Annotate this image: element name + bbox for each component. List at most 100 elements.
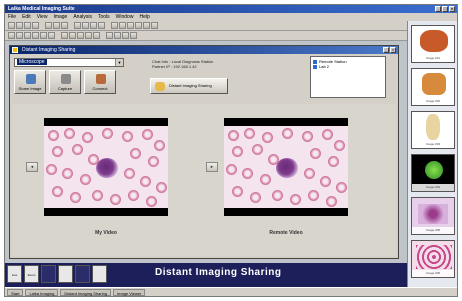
station-list[interactable]: Remote Station Lab 2 (310, 56, 386, 98)
thumbnail-image (422, 73, 446, 95)
line-icon[interactable] (24, 32, 31, 39)
status-cells: Live Zoom (7, 265, 107, 283)
open-icon[interactable] (16, 22, 23, 29)
video-area: ◄ ► My Video Remote Video (12, 104, 396, 256)
rectangle-icon[interactable] (32, 32, 39, 39)
menu-tools[interactable]: Tools (98, 13, 110, 21)
report-icon[interactable] (135, 22, 142, 29)
dialog-window-buttons: _ × (383, 47, 396, 53)
database-icon[interactable] (143, 22, 150, 29)
pointer-icon[interactable] (8, 32, 15, 39)
count-icon[interactable] (127, 22, 134, 29)
start-button[interactable]: Start (7, 289, 24, 296)
rotate-icon[interactable] (90, 22, 97, 29)
taskbar-item[interactable]: Distant Imaging Sharing (60, 289, 112, 296)
zoom-out-icon[interactable] (82, 22, 89, 29)
thumbnail[interactable]: Image 004 (411, 154, 455, 192)
save-icon[interactable] (24, 22, 31, 29)
color-icon[interactable] (77, 32, 84, 39)
capture-icon (61, 74, 71, 84)
status-cell[interactable] (92, 265, 107, 283)
screen: Laika Medical Imaging Suite _ □ × File E… (4, 4, 458, 297)
status-cell[interactable] (58, 265, 73, 283)
thumbnail[interactable]: Image 003 (411, 111, 455, 149)
settings-icon[interactable] (151, 22, 158, 29)
grid-icon[interactable] (106, 32, 113, 39)
status-cell[interactable]: Live (7, 265, 22, 283)
filter-icon[interactable] (85, 32, 92, 39)
flip-icon[interactable] (98, 22, 105, 29)
dialog-close-button[interactable]: × (390, 47, 396, 53)
thumbnail-image (425, 161, 443, 179)
source-select[interactable]: Microscope ▼ (14, 58, 124, 67)
paste-icon[interactable] (61, 22, 68, 29)
menu-view[interactable]: View (37, 13, 48, 21)
thumbnail[interactable]: Image 001 (411, 25, 455, 63)
info-line-2: Partner IP : 192.168.1.42 (152, 64, 197, 69)
remote-video-caption: Remote Video (269, 230, 303, 236)
redo-icon[interactable] (130, 32, 137, 39)
layers-icon[interactable] (114, 32, 121, 39)
menu-help[interactable]: Help (139, 13, 149, 21)
chevron-down-icon[interactable]: ▼ (115, 59, 123, 66)
blood-smear-image-right (224, 126, 348, 208)
thumbnail[interactable]: Image 006 (411, 240, 455, 278)
print-icon[interactable] (32, 22, 39, 29)
thumbnail[interactable]: Image 005 (411, 197, 455, 235)
undo-icon[interactable] (122, 32, 129, 39)
white-blood-cell (96, 158, 118, 178)
send-left-button[interactable]: ◄ (26, 162, 38, 172)
banner-title: Distant Imaging Sharing (155, 267, 282, 278)
distant-sharing-button[interactable]: Distant Imaging Sharing (150, 78, 228, 94)
send-right-button[interactable]: ► (206, 162, 218, 172)
remote-video[interactable] (224, 118, 348, 216)
share-icon (26, 74, 36, 84)
contrast-icon[interactable] (69, 32, 76, 39)
distant-sharing-label: Distant Imaging Sharing (169, 83, 212, 88)
menu-file[interactable]: File (8, 13, 16, 21)
list-item[interactable]: Lab 2 (313, 64, 383, 69)
thumbnail-image (416, 245, 452, 269)
taskbar-item[interactable]: Image Viewer (113, 289, 146, 296)
measure-icon[interactable] (119, 22, 126, 29)
computer-icon (313, 64, 317, 69)
menu-window[interactable]: Window (116, 13, 134, 21)
new-icon[interactable] (8, 22, 15, 29)
my-video[interactable] (44, 118, 168, 216)
minimize-button[interactable]: _ (435, 6, 441, 12)
list-item-label: Lab 2 (319, 64, 330, 69)
dialog-minimize-button[interactable]: _ (383, 47, 389, 53)
thumbnail-label: Image 002 (412, 98, 454, 105)
camera-icon[interactable] (111, 22, 118, 29)
thumbnail-image (418, 204, 448, 224)
histogram-icon[interactable] (93, 32, 100, 39)
thumbnail[interactable]: Image 002 (411, 68, 455, 106)
cut-icon[interactable] (45, 22, 52, 29)
taskbar-item[interactable]: Laika Imaging (25, 289, 59, 296)
connect-icon (96, 74, 106, 84)
brightness-icon[interactable] (61, 32, 68, 39)
menu-image[interactable]: Image (53, 13, 67, 21)
zoom-in-icon[interactable] (74, 22, 81, 29)
capture-label: Capture (57, 86, 73, 91)
app-title-bar: Laika Medical Imaging Suite _ □ × (5, 5, 457, 13)
connection-info: Chat Info : Local Diagnosis Station Part… (152, 59, 272, 69)
ellipse-icon[interactable] (40, 32, 47, 39)
maximize-button[interactable]: □ (442, 6, 448, 12)
thumbnail-label: Image 006 (412, 270, 454, 277)
text-icon[interactable] (48, 32, 55, 39)
pen-icon[interactable] (16, 32, 23, 39)
share-image-button[interactable]: Share Image (14, 70, 46, 94)
thumbnail-image (426, 114, 440, 140)
thumbnail-label: Image 001 (412, 55, 454, 62)
menu-analysis[interactable]: Analysis (73, 13, 92, 21)
connect-button[interactable]: Connect (84, 70, 116, 94)
status-cell[interactable]: Zoom (24, 265, 39, 283)
close-button[interactable]: × (449, 6, 455, 12)
status-cell[interactable] (75, 265, 90, 283)
capture-button[interactable]: Capture (49, 70, 81, 94)
secondary-toolbar (5, 31, 407, 41)
menu-edit[interactable]: Edit (22, 13, 31, 21)
copy-icon[interactable] (53, 22, 60, 29)
status-cell[interactable] (41, 265, 56, 283)
